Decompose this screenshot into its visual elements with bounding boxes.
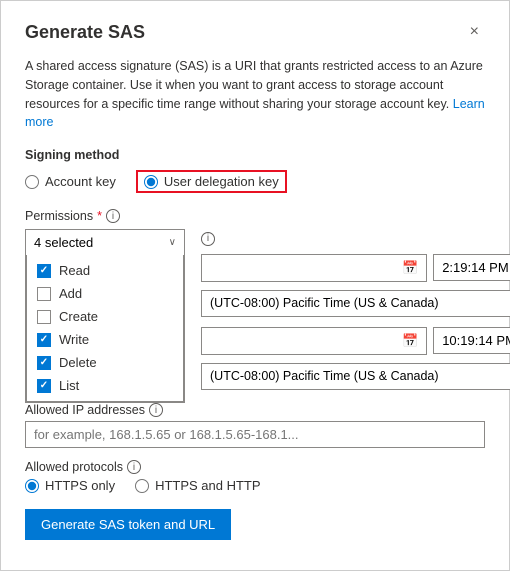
- start-info-row: i: [201, 229, 510, 246]
- permissions-info-icon: i: [106, 209, 120, 223]
- https-only-option[interactable]: HTTPS only: [25, 478, 115, 493]
- main-content: Permissions * i 4 selected ∨ Read: [25, 209, 485, 403]
- read-checkbox[interactable]: [37, 264, 51, 278]
- allowed-protocols-label: Allowed protocols: [25, 460, 123, 474]
- timezone-select-2[interactable]: (UTC-08:00) Pacific Time (US & Canada) ∨: [201, 363, 510, 390]
- allowed-protocols-info-icon: i: [127, 460, 141, 474]
- allowed-ip-info-icon: i: [149, 403, 163, 417]
- account-key-radio[interactable]: [25, 175, 39, 189]
- expiry-date-field-1[interactable]: [202, 255, 394, 280]
- timezone-label-2: (UTC-08:00) Pacific Time (US & Canada): [210, 369, 439, 383]
- expiry-date-input-1[interactable]: 📅: [201, 254, 427, 282]
- required-star: *: [97, 209, 102, 223]
- permission-add[interactable]: Add: [27, 282, 183, 305]
- create-checkbox[interactable]: [37, 310, 51, 324]
- allowed-protocols-section: Allowed protocols i HTTPS only HTTPS and…: [25, 460, 485, 493]
- permissions-dropdown-header[interactable]: 4 selected ∨: [26, 230, 184, 255]
- start-info-icon: i: [201, 232, 215, 246]
- write-checkbox[interactable]: [37, 333, 51, 347]
- expiry-time-field-1[interactable]: [433, 254, 510, 281]
- calendar-icon-1[interactable]: 📅: [394, 255, 426, 281]
- user-delegation-option[interactable]: User delegation key: [136, 170, 287, 193]
- permissions-selected-count: 4 selected: [34, 235, 93, 250]
- timezone-label-1: (UTC-08:00) Pacific Time (US & Canada): [210, 296, 439, 310]
- user-delegation-radio[interactable]: [144, 175, 158, 189]
- allowed-protocols-label-row: Allowed protocols i: [25, 460, 485, 474]
- https-http-radio[interactable]: [135, 479, 149, 493]
- datetime-panel: i 📅 (UTC-08:00) Pacific Time (US & Canad…: [201, 209, 510, 403]
- permission-list[interactable]: List: [27, 374, 183, 397]
- delete-label: Delete: [59, 355, 97, 370]
- generate-sas-dialog: Generate SAS × A shared access signature…: [0, 0, 510, 571]
- create-label: Create: [59, 309, 98, 324]
- allowed-ip-label-row: Allowed IP addresses i: [25, 403, 485, 417]
- allowed-ip-input[interactable]: [26, 422, 484, 447]
- allowed-ip-label: Allowed IP addresses: [25, 403, 145, 417]
- https-http-option[interactable]: HTTPS and HTTP: [135, 478, 260, 493]
- read-label: Read: [59, 263, 90, 278]
- calendar-icon-2[interactable]: 📅: [394, 328, 426, 354]
- account-key-label: Account key: [45, 174, 116, 189]
- expiry-date-input-2[interactable]: 📅: [201, 327, 427, 355]
- https-http-label: HTTPS and HTTP: [155, 478, 260, 493]
- permissions-dropdown[interactable]: 4 selected ∨ Read Add Create: [25, 229, 185, 403]
- permission-write[interactable]: Write: [27, 328, 183, 351]
- permission-read[interactable]: Read: [27, 259, 183, 282]
- dialog-header: Generate SAS ×: [25, 21, 485, 43]
- list-checkbox[interactable]: [37, 379, 51, 393]
- dialog-title: Generate SAS: [25, 22, 145, 43]
- permission-create[interactable]: Create: [27, 305, 183, 328]
- chevron-down-icon: ∨: [169, 237, 176, 248]
- generate-sas-button[interactable]: Generate SAS token and URL: [25, 509, 231, 540]
- expiry-time-field-2[interactable]: [433, 327, 510, 354]
- account-key-option[interactable]: Account key: [25, 174, 116, 189]
- https-only-radio[interactable]: [25, 479, 39, 493]
- timezone-select-1[interactable]: (UTC-08:00) Pacific Time (US & Canada) ∨: [201, 290, 510, 317]
- permissions-list: Read Add Create Write: [26, 255, 184, 402]
- add-checkbox[interactable]: [37, 287, 51, 301]
- protocols-radio-group: HTTPS only HTTPS and HTTP: [25, 478, 485, 493]
- permission-delete[interactable]: Delete: [27, 351, 183, 374]
- https-only-label: HTTPS only: [45, 478, 115, 493]
- expiry-time-row-1: 📅: [201, 254, 510, 282]
- description-text: A shared access signature (SAS) is a URI…: [25, 57, 485, 132]
- expiry-date-field-2[interactable]: [202, 328, 394, 353]
- permissions-panel: Permissions * i 4 selected ∨ Read: [25, 209, 185, 403]
- allowed-ip-input-container: [25, 421, 485, 448]
- write-label: Write: [59, 332, 89, 347]
- allowed-ip-section: Allowed IP addresses i: [25, 403, 485, 448]
- expiry-time-row-2: 📅: [201, 327, 510, 355]
- signing-method-label: Signing method: [25, 148, 485, 162]
- list-label: List: [59, 378, 79, 393]
- permissions-text: Permissions: [25, 209, 93, 223]
- delete-checkbox[interactable]: [37, 356, 51, 370]
- signing-method-group: Account key User delegation key: [25, 170, 485, 193]
- permissions-label: Permissions * i: [25, 209, 185, 223]
- user-delegation-label: User delegation key: [164, 174, 279, 189]
- add-label: Add: [59, 286, 82, 301]
- close-button[interactable]: ×: [464, 21, 485, 43]
